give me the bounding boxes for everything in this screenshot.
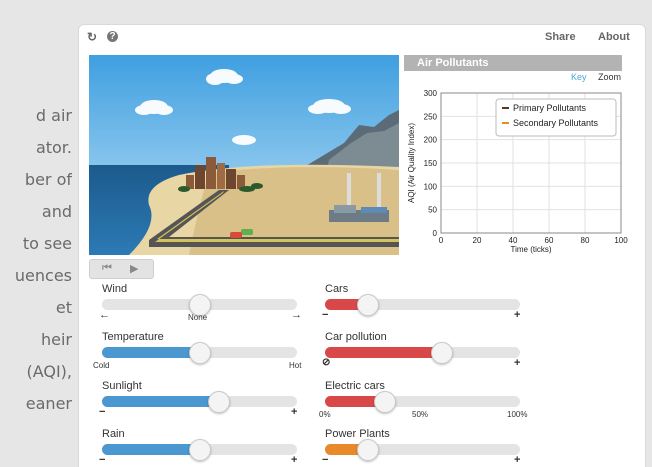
x-tick-label: 60 [545,236,554,245]
y-tick-label: 50 [428,206,437,215]
share-button[interactable]: Share [545,31,576,43]
rain-plus-icon: + [291,454,298,466]
electric-cars-slider-thumb[interactable] [374,391,397,413]
temperature-max-label: Hot [289,361,302,370]
about-button[interactable]: About [598,31,630,43]
legend-entry: Secondary Pollutants [513,118,599,128]
aqi-chart: 0 50 100 150 200 250 300 0 20 40 60 80 100 Time (tick… [399,83,629,263]
power-plants-slider-thumb[interactable] [356,439,379,461]
playback-controls: ⏮ ▶ [89,259,154,279]
y-tick-label: 200 [424,136,438,145]
wind-max-icon: → [291,309,302,321]
y-tick-label: 250 [424,112,438,121]
intro-line: uences [14,266,72,285]
simulation-frame: ↻ ? Share About Air Pollutants Key Zoom … [78,24,646,467]
help-icon[interactable]: ? [107,31,118,42]
intro-line: et [55,298,72,317]
car-pollution-control: Car pollution ⊘ + [322,331,521,375]
x-tick-label: 0 [439,236,444,245]
power-plants-label: Power Plants [325,428,390,440]
wind-fill [102,299,200,310]
y-axis-label: AQI (Air Quality Index) [407,123,416,203]
sunlight-fill [102,396,219,407]
intro-line: d air [35,106,72,125]
intro-line: eaner [25,394,72,413]
car-pollution-label: Car pollution [325,331,387,343]
wind-control: Wind ← None → [99,283,302,327]
x-axis-label: Time (ticks) [510,245,551,254]
rain-fill [102,444,200,455]
temperature-control: Temperature Cold Hot [93,331,301,375]
car-pollution-fill [325,347,442,358]
y-tick-label: 150 [424,159,438,168]
cars-minus-icon: − [322,309,329,321]
intro-line: ator. [35,138,72,157]
sunlight-control: Sunlight − + [99,380,298,424]
play-icon[interactable]: ▶ [130,262,138,275]
x-tick-label: 100 [614,236,628,245]
toolbar: ↻ ? Share About [79,25,645,49]
electric-cars-tick-50: 50% [412,410,429,419]
cars-slider-thumb[interactable] [356,294,379,316]
rain-minus-icon: − [99,454,106,466]
sunlight-minus-icon: − [99,406,106,418]
sunlight-slider-thumb[interactable] [208,391,230,413]
refresh-icon[interactable]: ↻ [87,30,97,44]
key-tab[interactable]: Key [571,72,587,82]
zoom-tab[interactable]: Zoom [598,72,621,82]
intro-line: and [41,202,72,221]
electric-cars-control: Electric cars 0% 50% 100% [319,380,527,424]
rain-control: Rain − + [99,428,298,467]
temperature-slider-thumb[interactable] [188,342,211,364]
rain-label: Rain [102,428,125,440]
car-pollution-track[interactable] [325,347,520,358]
intro-line: ber of [24,170,72,189]
temperature-fill [102,347,200,358]
aqi-chart-svg: 0 50 100 150 200 250 300 0 20 40 60 80 100 Time (tick… [407,89,628,254]
cars-label: Cars [325,283,349,295]
x-tick-label: 80 [581,236,590,245]
cars-control: Cars − + [322,283,521,327]
intro-line: to see [22,234,72,253]
x-tick-label: 20 [473,236,482,245]
temperature-label: Temperature [102,331,164,343]
city-scene [89,55,399,255]
rain-slider-thumb[interactable] [188,439,211,461]
sunlight-track[interactable] [102,396,297,407]
legend-entry: Primary Pollutants [513,103,587,113]
electric-cars-tick-0: 0% [319,410,331,419]
car-pollution-plus-icon: + [514,357,521,369]
no-symbol-icon: ⊘ [322,357,331,368]
intro-line: heir [40,330,72,349]
sunlight-plus-icon: + [291,406,298,418]
car-pollution-slider-thumb[interactable] [431,342,453,364]
intro-text: d air ator. ber of and to see uences et … [0,100,72,420]
power-plants-minus-icon: − [322,454,329,466]
x-tick-label: 40 [509,236,518,245]
y-tick-label: 100 [424,182,438,191]
wind-center-label: None [188,313,208,322]
wind-min-icon: ← [99,309,110,321]
electric-cars-track[interactable] [325,396,520,407]
intro-line: (AQI), [26,362,72,381]
sunlight-label: Sunlight [102,380,142,392]
wind-label: Wind [102,283,128,295]
chart-header: Air Pollutants [404,55,622,71]
step-back-icon[interactable]: ⏮ [102,262,112,275]
power-plants-track[interactable] [325,444,520,455]
electric-cars-tick-100: 100% [507,410,528,419]
power-plants-control: Power Plants − + [322,428,521,467]
cars-plus-icon: + [514,309,521,321]
temperature-min-label: Cold [93,361,110,370]
y-tick-label: 0 [433,229,438,238]
scene-illustration [89,55,399,255]
power-plants-plus-icon: + [514,454,521,466]
electric-cars-label: Electric cars [325,380,385,392]
y-tick-label: 300 [424,89,438,98]
cars-track[interactable] [325,299,520,310]
